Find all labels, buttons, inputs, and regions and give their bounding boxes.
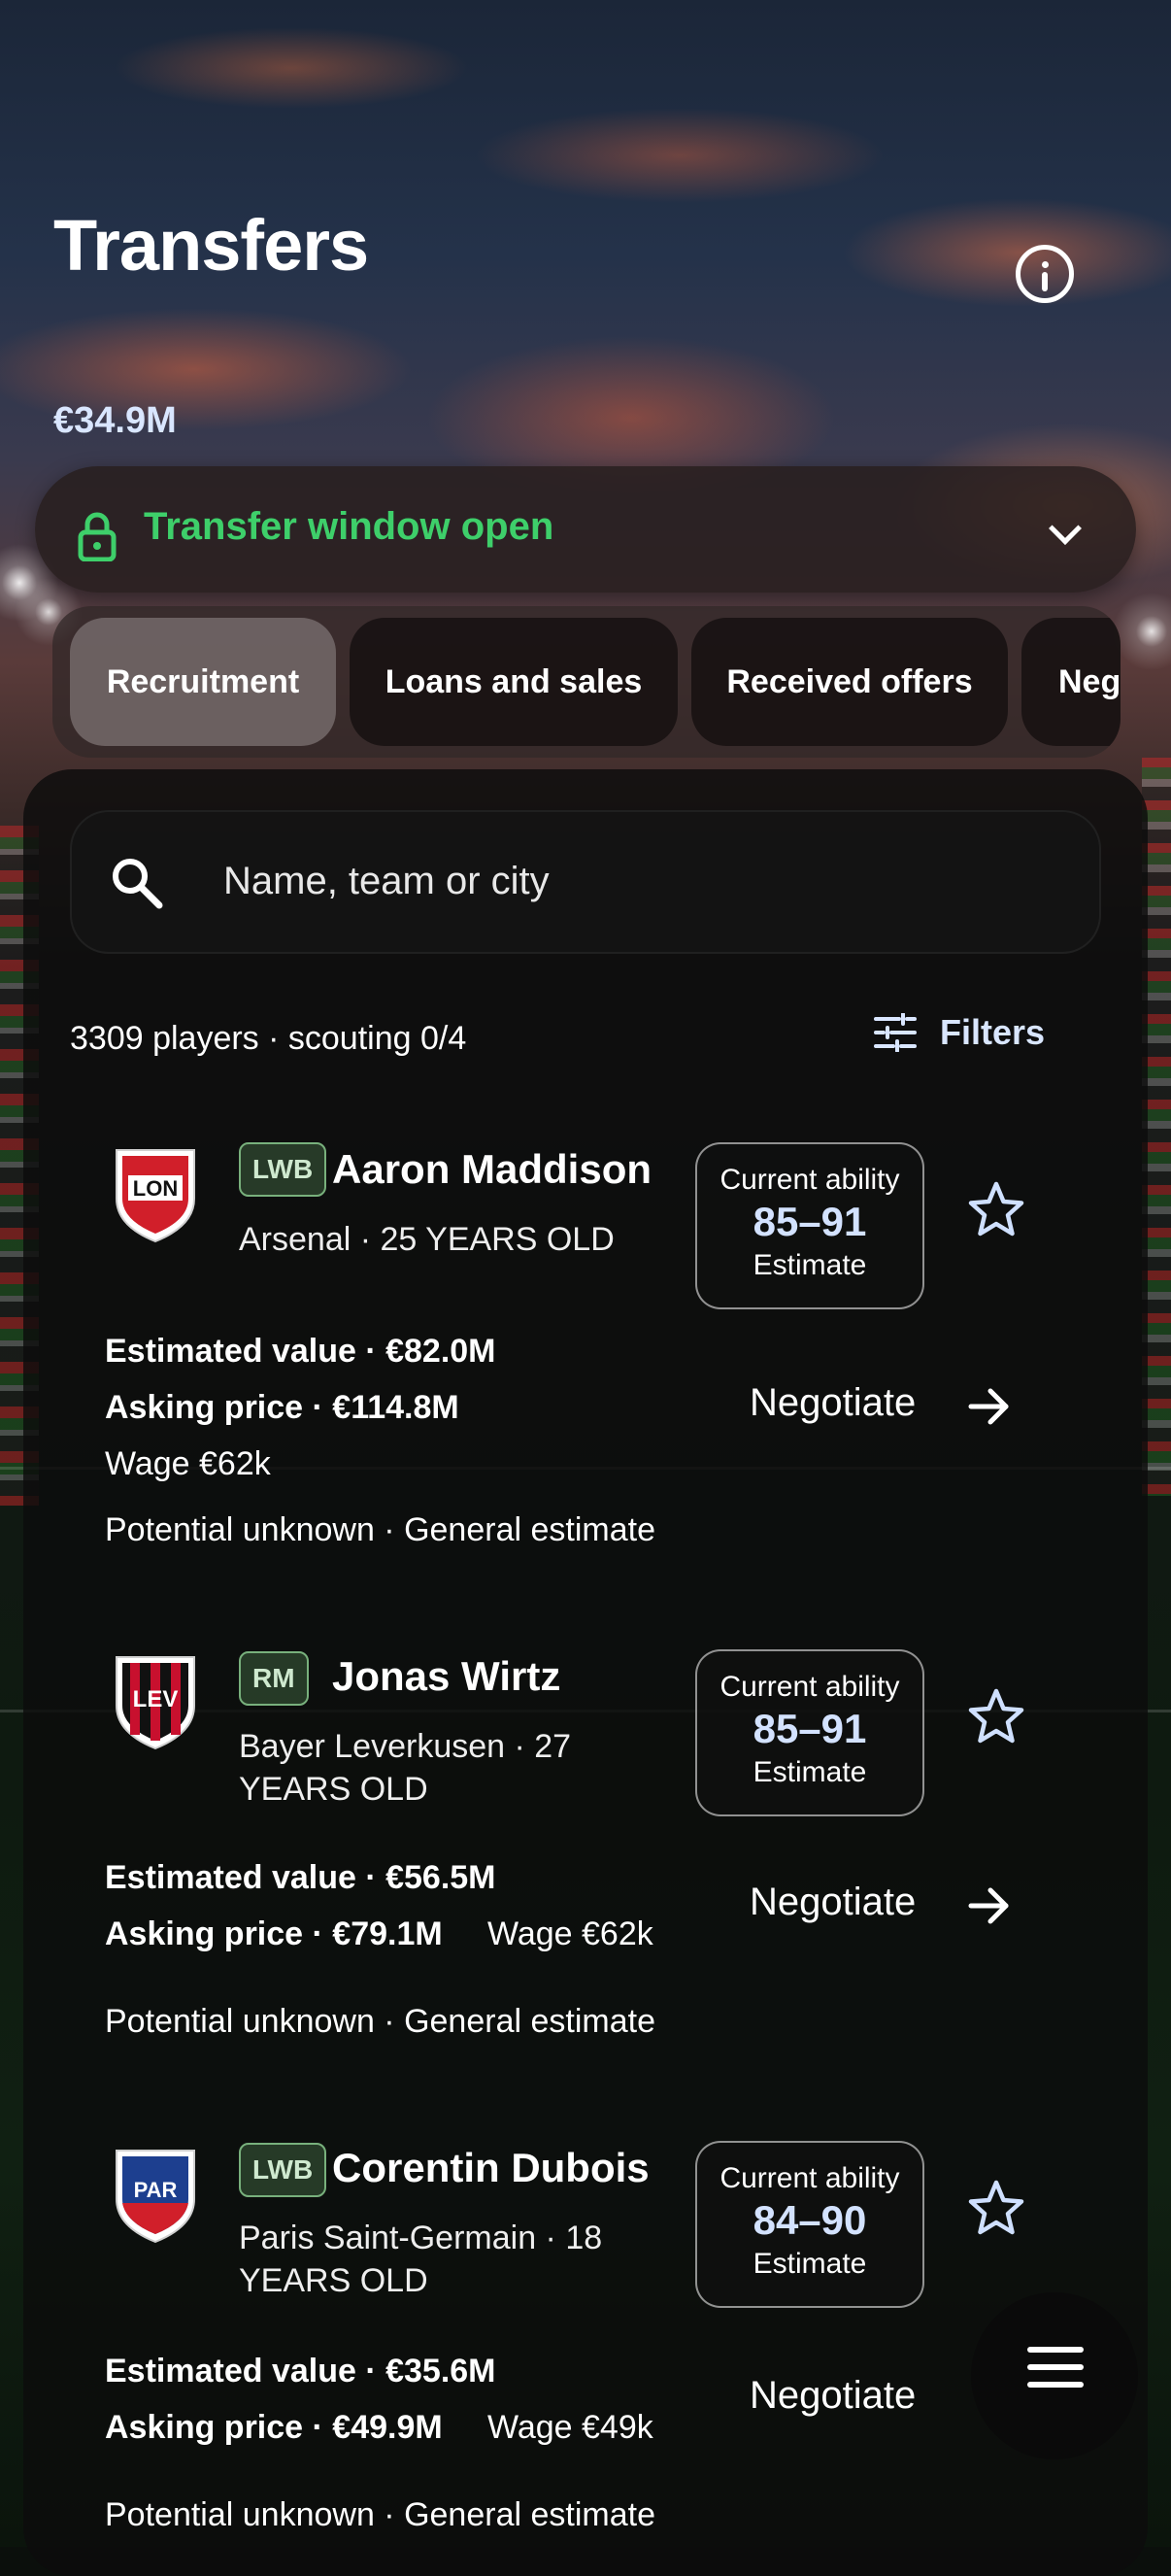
lock-icon <box>78 512 117 561</box>
star-icon[interactable] <box>965 1179 1027 1241</box>
filters-label: Filters <box>940 1012 1046 1052</box>
filters-button[interactable]: Filters <box>874 1012 1045 1053</box>
search-icon <box>113 859 163 909</box>
asking-price: Asking price · €49.9M <box>105 2409 443 2446</box>
player-name: Corentin Dubois <box>332 2145 650 2190</box>
menu-icon-line <box>1027 2364 1084 2370</box>
current-ability-box: Current ability 85–91 Estimate <box>695 1649 924 1816</box>
budget-amount: €34.9M <box>53 400 177 441</box>
asking-price: Asking price · €79.1M <box>105 1915 443 1952</box>
player-meta: Arsenal · 25 YEARS OLD <box>239 1221 615 1258</box>
player-meta-line1: Bayer Leverkusen · 27 <box>239 1728 572 1765</box>
tab-loans-and-sales[interactable]: Loans and sales <box>350 618 678 746</box>
ability-label: Current ability <box>719 1671 900 1703</box>
position-badge: LWB <box>239 1142 327 1197</box>
current-ability-box: Current ability 84–90 Estimate <box>695 2141 924 2308</box>
star-icon[interactable] <box>965 2178 1027 2240</box>
info-icon-dot <box>1041 261 1049 268</box>
negotiate-button[interactable]: Negotiate <box>750 1381 916 1425</box>
negotiate-button[interactable]: Negotiate <box>750 1881 916 1924</box>
tab-recruitment[interactable]: Recruitment <box>70 618 336 746</box>
player-meta-line2: YEARS OLD <box>239 1771 428 1808</box>
club-crest-icon: LON <box>116 1149 195 1243</box>
player-meta-line2: YEARS OLD <box>239 2262 428 2299</box>
potential: Potential unknown · General estimate <box>105 2003 655 2040</box>
ability-note: Estimate <box>753 1756 867 1788</box>
transfer-window-status: Transfer window open <box>144 505 554 548</box>
estimated-value: Estimated value · €35.6M <box>105 2353 496 2390</box>
tab-received-offers[interactable]: Received offers <box>691 618 1008 746</box>
club-crest-icon: LEV <box>116 1656 195 1750</box>
sliders-icon <box>874 1013 917 1052</box>
estimated-value: Estimated value · €82.0M <box>105 1333 496 1370</box>
menu-icon-line <box>1027 2347 1084 2353</box>
player-meta-line1: Paris Saint-Germain · 18 <box>239 2220 603 2256</box>
estimated-value: Estimated value · €56.5M <box>105 1859 496 1896</box>
star-icon[interactable] <box>965 1686 1027 1748</box>
ability-range: 85–91 <box>753 1199 867 1244</box>
search-input[interactable] <box>221 851 1080 911</box>
svg-text:PAR: PAR <box>134 2178 178 2202</box>
position-badge: LWB <box>239 2143 327 2197</box>
tab-bar: Recruitment Loans and sales Received off… <box>52 606 1121 758</box>
player-name: Jonas Wirtz <box>332 1653 561 1699</box>
page-title: Transfers <box>53 205 369 286</box>
arrow-right-icon[interactable] <box>967 1387 1012 1426</box>
negotiate-button[interactable]: Negotiate <box>750 2374 916 2418</box>
svg-text:LON: LON <box>133 1176 178 1201</box>
info-icon-bar <box>1042 272 1048 291</box>
ability-range: 85–91 <box>753 1706 867 1751</box>
ability-label: Current ability <box>719 2162 900 2194</box>
position-badge: RM <box>239 1651 309 1706</box>
info-icon[interactable] <box>1016 245 1074 303</box>
arrow-right-icon[interactable] <box>967 1886 1012 1925</box>
ability-label: Current ability <box>719 1164 900 1196</box>
results-count: 3309 players · scouting 0/4 <box>70 1020 467 1057</box>
wage: Wage €62k <box>105 1445 271 1482</box>
wage: Wage €62k <box>487 1915 653 1952</box>
player-name: Aaron Maddison <box>332 1146 652 1192</box>
ability-note: Estimate <box>753 1249 867 1281</box>
potential: Potential unknown · General estimate <box>105 2496 655 2533</box>
club-crest-icon: PAR <box>116 2150 195 2244</box>
menu-icon-line <box>1027 2382 1084 2388</box>
asking-price: Asking price · €114.8M <box>105 1389 459 1426</box>
ability-range: 84–90 <box>753 2197 867 2243</box>
menu-icon[interactable] <box>1027 2347 1084 2399</box>
tab-negotiations[interactable]: Neg <box>1021 618 1121 746</box>
svg-text:LEV: LEV <box>133 1686 179 1712</box>
potential: Potential unknown · General estimate <box>105 1511 655 1548</box>
current-ability-box: Current ability 85–91 Estimate <box>695 1142 924 1309</box>
wage: Wage €49k <box>487 2409 653 2446</box>
ability-note: Estimate <box>753 2248 867 2280</box>
